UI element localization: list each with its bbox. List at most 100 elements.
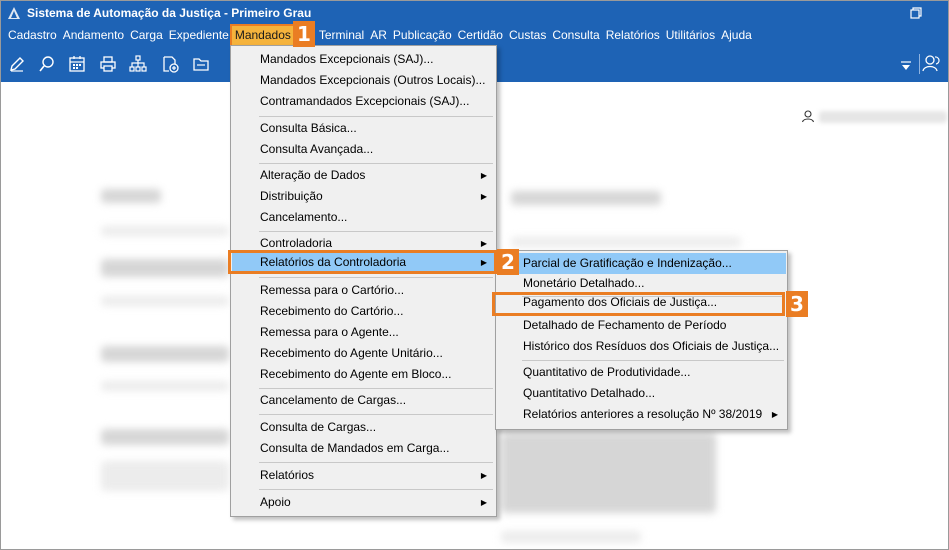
mandados-menu: Mandados Excepcionais (SAJ)... Mandados … bbox=[230, 45, 497, 517]
users-icon[interactable] bbox=[922, 53, 942, 73]
menu-item-label: Apoio bbox=[260, 495, 291, 509]
menu-item-label: Remessa para o Agente... bbox=[260, 325, 399, 339]
menu-item-label: Relatórios anteriores a resolução Nº 38/… bbox=[523, 407, 763, 421]
dropdown-icon[interactable] bbox=[900, 60, 912, 70]
menu-item-remessa-agente[interactable]: Remessa para o Agente... bbox=[232, 322, 495, 343]
submenu-item-quantitativo-detalhado[interactable]: Quantitativo Detalhado... bbox=[497, 383, 786, 404]
blurred-content bbox=[101, 381, 229, 391]
submenu-item-relatorios-anteriores[interactable]: Relatórios anteriores a resolução Nº 38/… bbox=[497, 404, 786, 425]
restore-window-icon[interactable] bbox=[908, 5, 924, 21]
menu-item-label: Recebimento do Agente Unitário... bbox=[260, 346, 443, 360]
menu-item-consulta-basica[interactable]: Consulta Básica... bbox=[232, 118, 495, 139]
menu-item-label: Recebimento do Agente em Bloco... bbox=[260, 367, 452, 381]
folder-icon[interactable] bbox=[191, 54, 211, 74]
submenu-arrow-icon: ▶ bbox=[480, 192, 487, 201]
menu-item-label: Mandados Excepcionais (Outros Locais)... bbox=[260, 73, 486, 87]
menu-expediente[interactable]: Expediente bbox=[166, 26, 232, 45]
menu-item-consulta-cargas[interactable]: Consulta de Cargas... bbox=[232, 417, 495, 438]
blurred-content bbox=[511, 191, 661, 205]
menu-item-contramandados-excepcionais[interactable]: Contramandados Excepcionais (SAJ)... bbox=[232, 91, 495, 112]
menu-item-mandados-excepcionais-saj[interactable]: Mandados Excepcionais (SAJ)... bbox=[232, 49, 495, 70]
menu-andamento[interactable]: Andamento bbox=[60, 26, 127, 45]
blurred-content bbox=[101, 461, 229, 491]
submenu-item-historico-residuos[interactable]: Histórico dos Resíduos dos Oficiais de J… bbox=[497, 336, 786, 357]
menu-item-mandados-excepcionais-outros[interactable]: Mandados Excepcionais (Outros Locais)... bbox=[232, 70, 495, 91]
blurred-content bbox=[101, 429, 229, 445]
window-title: Sistema de Automação da Justiça - Primei… bbox=[27, 6, 312, 20]
add-document-icon[interactable] bbox=[160, 54, 180, 74]
menu-item-label: Alteração de Dados bbox=[260, 168, 366, 182]
hierarchy-icon[interactable] bbox=[128, 54, 148, 74]
menu-item-alteracao-de-dados[interactable]: Alteração de Dados ▶ bbox=[232, 165, 495, 186]
menu-item-consulta-mandados-carga[interactable]: Consulta de Mandados em Carga... bbox=[232, 438, 495, 459]
blurred-content bbox=[101, 259, 229, 277]
menu-item-label: Quantitativo Detalhado... bbox=[523, 386, 656, 400]
menu-item-apoio[interactable]: Apoio ▶ bbox=[232, 492, 495, 513]
title-bar: Sistema de Automação da Justiça - Primei… bbox=[1, 1, 948, 25]
menu-relatorios[interactable]: Relatórios bbox=[603, 26, 663, 45]
blurred-content bbox=[101, 296, 229, 306]
menu-item-label: Parcial de Gratificação e Indenização... bbox=[523, 256, 732, 270]
menu-item-remessa-cartorio[interactable]: Remessa para o Cartório... bbox=[232, 280, 495, 301]
submenu-item-detalhado-fechamento[interactable]: Detalhado de Fechamento de Período bbox=[497, 315, 786, 336]
step-3-highlight bbox=[492, 292, 785, 316]
menu-mandados[interactable]: Mandados bbox=[229, 24, 296, 47]
menu-item-cancelamento-cargas[interactable]: Cancelamento de Cargas... bbox=[232, 390, 495, 411]
menu-item-label: Distribuição bbox=[260, 189, 323, 203]
edit-icon[interactable] bbox=[7, 54, 27, 74]
menu-item-distribuicao[interactable]: Distribuição ▶ bbox=[232, 186, 495, 207]
menu-item-consulta-avancada[interactable]: Consulta Avançada... bbox=[232, 139, 495, 160]
blurred-content bbox=[511, 237, 741, 247]
menu-item-label: Consulta de Mandados em Carga... bbox=[260, 441, 450, 455]
printer-icon[interactable] bbox=[98, 54, 118, 74]
menu-item-label: Consulta Básica... bbox=[260, 121, 357, 135]
menu-item-recebimento-agente-bloco[interactable]: Recebimento do Agente em Bloco... bbox=[232, 364, 495, 385]
menu-item-label: Consulta Avançada... bbox=[260, 142, 374, 156]
menu-item-label: Quantitativo de Produtividade... bbox=[523, 365, 691, 379]
menu-item-label: Relatórios bbox=[260, 468, 315, 482]
menu-item-label: Consulta de Cargas... bbox=[260, 420, 377, 434]
menu-publicacao[interactable]: Publicação bbox=[390, 26, 455, 45]
blurred-content bbox=[101, 226, 229, 236]
menu-certidao[interactable]: Certidão bbox=[455, 26, 506, 45]
menu-cadastro[interactable]: Cadastro bbox=[5, 26, 60, 45]
menu-utilitarios[interactable]: Utilitários bbox=[663, 26, 718, 45]
menu-item-cancelamento[interactable]: Cancelamento... bbox=[232, 207, 495, 228]
menu-separator bbox=[259, 489, 493, 490]
menu-separator bbox=[259, 277, 493, 278]
submenu-item-quantitativo-produtividade[interactable]: Quantitativo de Produtividade... bbox=[497, 362, 786, 383]
submenu-item-parcial-gratificacao[interactable]: Parcial de Gratificação e Indenização... bbox=[497, 253, 786, 274]
menu-consulta[interactable]: Consulta bbox=[549, 26, 602, 45]
menu-bar: Cadastro Andamento Carga Expediente Mand… bbox=[1, 24, 948, 47]
menu-item-label: Recebimento do Cartório... bbox=[260, 304, 404, 318]
relatorios-controladoria-submenu: Parcial de Gratificação e Indenização...… bbox=[495, 250, 788, 430]
menu-item-label: Controladoria bbox=[260, 236, 333, 250]
menu-separator bbox=[259, 462, 493, 463]
menu-carga[interactable]: Carga bbox=[127, 26, 166, 45]
menu-item-label: Mandados Excepcionais (SAJ)... bbox=[260, 52, 434, 66]
blurred-content bbox=[501, 531, 641, 543]
user-name-redacted bbox=[819, 111, 947, 123]
menu-separator bbox=[259, 116, 493, 117]
menu-item-label: Detalhado de Fechamento de Período bbox=[523, 318, 727, 332]
submenu-arrow-icon: ▶ bbox=[480, 471, 487, 480]
menu-terminal[interactable]: Terminal bbox=[316, 26, 367, 45]
menu-custas[interactable]: Custas bbox=[506, 26, 549, 45]
step-1-badge: 1 bbox=[293, 21, 315, 47]
menu-ajuda[interactable]: Ajuda bbox=[718, 26, 755, 45]
submenu-item-monetario-detalhado[interactable]: Monetário Detalhado... bbox=[497, 273, 786, 294]
menu-separator bbox=[259, 388, 493, 389]
menu-item-recebimento-agente-unitario[interactable]: Recebimento do Agente Unitário... bbox=[232, 343, 495, 364]
menu-item-recebimento-cartorio[interactable]: Recebimento do Cartório... bbox=[232, 301, 495, 322]
menu-item-relatorios[interactable]: Relatórios ▶ bbox=[232, 465, 495, 486]
menu-item-label: Cancelamento de Cargas... bbox=[260, 393, 407, 407]
menu-separator bbox=[259, 231, 493, 232]
search-process-icon[interactable] bbox=[37, 54, 57, 74]
calendar-icon[interactable] bbox=[67, 54, 87, 74]
menu-item-label: Remessa para o Cartório... bbox=[260, 283, 405, 297]
menu-item-label: Monetário Detalhado... bbox=[523, 276, 645, 290]
submenu-arrow-icon: ▶ bbox=[771, 410, 778, 419]
menu-ar[interactable]: AR bbox=[367, 26, 390, 45]
toolbar-separator bbox=[919, 54, 920, 74]
app-window: Sistema de Automação da Justiça - Primei… bbox=[0, 0, 949, 550]
